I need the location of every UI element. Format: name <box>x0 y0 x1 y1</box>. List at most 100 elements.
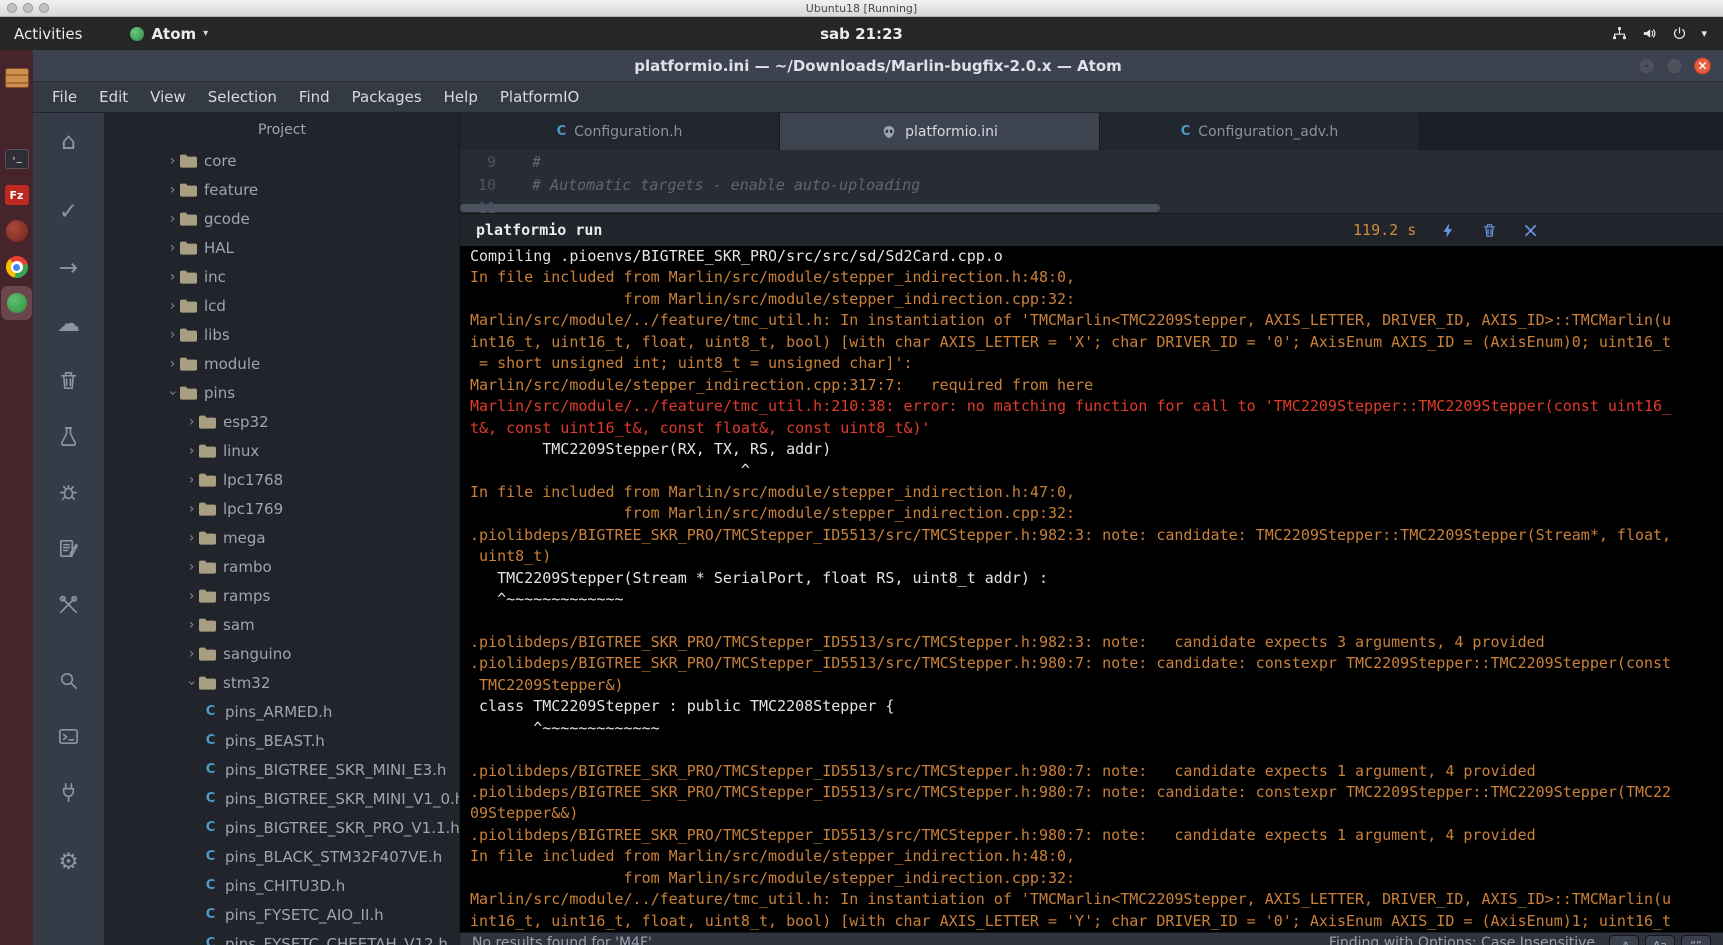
tree-item-hal[interactable]: › HAL <box>105 233 459 262</box>
tree-item-core[interactable]: › core <box>105 146 459 175</box>
tree-item-pins-chitu3d-h[interactable]: Cpins_CHITU3D.h <box>105 871 459 900</box>
lightning-icon[interactable] <box>1440 222 1457 239</box>
tree-item-inc[interactable]: › inc <box>105 262 459 291</box>
upload-cloud-icon[interactable]: ☁ <box>48 307 90 341</box>
c-file-icon: C <box>205 791 216 806</box>
search-icon[interactable] <box>48 663 90 697</box>
tree-item-gcode[interactable]: › gcode <box>105 204 459 233</box>
menu-view[interactable]: View <box>139 82 197 112</box>
tree-item-lcd[interactable]: › lcd <box>105 291 459 320</box>
whole-word-option-button[interactable]: “” <box>1681 935 1711 945</box>
tab-platformio-ini[interactable]: platformio.ini <box>780 113 1100 150</box>
folder-icon <box>199 502 216 516</box>
build-panel-header: platformio run 119.2 s × <box>460 213 1723 246</box>
settings-gear-icon[interactable]: ⚙ <box>48 845 90 879</box>
menu-chevron-icon[interactable]: ▾ <box>1701 27 1707 40</box>
tree-item-lpc1768[interactable]: › lpc1768 <box>105 465 459 494</box>
volume-icon[interactable] <box>1641 25 1658 42</box>
tree-item-lpc1769[interactable]: › lpc1769 <box>105 494 459 523</box>
minimize-button[interactable]: – <box>1638 57 1655 74</box>
dock-atom-icon[interactable] <box>1 286 32 320</box>
tree-item-module[interactable]: › module <box>105 349 459 378</box>
menu-platformio[interactable]: PlatformIO <box>489 82 591 112</box>
menu-edit[interactable]: Edit <box>88 82 139 112</box>
tree-item-pins-fysetc-aio-ii-h[interactable]: Cpins_FYSETC_AIO_II.h <box>105 900 459 929</box>
network-icon[interactable] <box>1611 25 1628 42</box>
case-option-button[interactable]: Aa <box>1645 935 1675 945</box>
tree-item-rambo[interactable]: › rambo <box>105 552 459 581</box>
dock-chrome-icon[interactable] <box>1 250 32 284</box>
tree-item-pins-bigtree-skr-pro-v1-1-h[interactable]: Cpins_BIGTREE_SKR_PRO_V1.1.h <box>105 813 459 842</box>
menu-help[interactable]: Help <box>433 82 489 112</box>
tree-item-sanguino[interactable]: › sanguino <box>105 639 459 668</box>
vm-zoom-button[interactable] <box>39 3 49 13</box>
tree-item-pins-bigtree-skr-mini-e3-h[interactable]: Cpins_BIGTREE_SKR_MINI_E3.h <box>105 755 459 784</box>
editor-line: 10 # Automatic targets - enable auto-uplo… <box>460 174 1723 197</box>
folder-icon <box>199 560 216 574</box>
terminal-line: int16_t, uint16_t, float, uint8_t, bool)… <box>470 911 1672 930</box>
tab-configuration-h[interactable]: C Configuration.h <box>460 113 780 150</box>
dock-terminal-icon[interactable]: ›_ <box>1 142 32 176</box>
menu-file[interactable]: File <box>41 82 88 112</box>
project-tree[interactable]: › core › feature › gcode › HAL › inc › lcd › libs › mod… <box>105 146 460 945</box>
debug-bug-icon[interactable] <box>48 475 90 509</box>
menu-packages[interactable]: Packages <box>341 82 433 112</box>
tree-item-pins[interactable]: › pins <box>105 378 459 407</box>
editor-horizontal-scrollbar[interactable] <box>460 204 1160 212</box>
regex-option-button[interactable]: .* <box>1609 935 1639 945</box>
atom-window: platformio.ini — ~/Downloads/Marlin-bugf… <box>33 50 1723 945</box>
tools-icon[interactable] <box>48 587 90 621</box>
terminal-icon[interactable] <box>48 719 90 753</box>
upload-arrow-icon[interactable]: → <box>48 251 90 285</box>
serial-plug-icon[interactable] <box>48 775 90 809</box>
close-button[interactable]: × <box>1694 57 1711 74</box>
line-text: # Automatic targets - enable auto-upload… <box>532 176 921 194</box>
tree-item-mega[interactable]: › mega <box>105 523 459 552</box>
chevron-right-icon: › <box>169 152 176 169</box>
menu-find[interactable]: Find <box>288 82 341 112</box>
tree-item-feature[interactable]: › feature <box>105 175 459 204</box>
terminal-line: 09Stepper&&) <box>470 804 579 823</box>
close-panel-icon[interactable]: × <box>1522 220 1539 240</box>
maximize-button[interactable] <box>1666 57 1683 74</box>
vm-close-button[interactable] <box>7 3 17 13</box>
folder-icon <box>199 589 216 603</box>
clock-button[interactable]: sab 21:23 <box>820 25 903 43</box>
menu-selection[interactable]: Selection <box>197 82 288 112</box>
dock-filezilla-icon[interactable]: Fz <box>1 178 32 212</box>
tree-item-ramps[interactable]: › ramps <box>105 581 459 610</box>
text-editor[interactable]: 9 #10 # Automatic targets - enable auto-up… <box>460 150 1723 213</box>
notes-icon[interactable] <box>48 531 90 565</box>
system-status-area[interactable]: ▾ <box>1611 17 1723 50</box>
tree-item-label: pins_FYSETC_CHEETAH_V12.h <box>225 934 448 945</box>
tab-configuration-adv-h[interactable]: C Configuration_adv.h <box>1100 113 1420 150</box>
upload-arrow-glyph: → <box>58 254 79 281</box>
test-flask-icon[interactable] <box>48 419 90 453</box>
folder-icon <box>180 241 197 255</box>
tree-item-pins-beast-h[interactable]: Cpins_BEAST.h <box>105 726 459 755</box>
vm-minimize-button[interactable] <box>23 3 33 13</box>
tree-item-pins-fysetc-cheetah-v12-h[interactable]: Cpins_FYSETC_CHEETAH_V12.h <box>105 929 459 945</box>
tree-item-sam[interactable]: › sam <box>105 610 459 639</box>
tree-item-pins-armed-h[interactable]: Cpins_ARMED.h <box>105 697 459 726</box>
dock-app-icon[interactable] <box>1 214 32 248</box>
clean-trash-icon[interactable] <box>48 363 90 397</box>
terminal-line: class TMC2209Stepper : public TMC2208Ste… <box>470 697 895 716</box>
tree-item-pins-black-stm32f407ve-h[interactable]: Cpins_BLACK_STM32F407VE.h <box>105 842 459 871</box>
build-output-terminal[interactable]: Compiling .pioenvs/BIGTREE_SKR_PRO/src/s… <box>460 246 1723 932</box>
power-icon[interactable] <box>1671 25 1688 42</box>
tree-item-libs[interactable]: › libs <box>105 320 459 349</box>
tree-item-linux[interactable]: › linux <box>105 436 459 465</box>
build-check-icon[interactable]: ✓ <box>48 195 90 229</box>
home-icon[interactable]: ⌂ <box>48 125 90 159</box>
trash-icon[interactable] <box>1481 222 1498 239</box>
dock-files-icon[interactable] <box>1 61 32 95</box>
app-menu-button[interactable]: Atom ▾ <box>130 17 208 50</box>
tree-item-esp32[interactable]: › esp32 <box>105 407 459 436</box>
chrome-ring <box>10 261 23 273</box>
tree-item-stm32[interactable]: › stm32 <box>105 668 459 697</box>
platformio-icon <box>881 124 897 140</box>
c-file-icon: C <box>205 733 216 748</box>
activities-button[interactable]: Activities <box>0 17 96 50</box>
tree-item-pins-bigtree-skr-mini-v1-0-h[interactable]: Cpins_BIGTREE_SKR_MINI_V1_0.h <box>105 784 459 813</box>
